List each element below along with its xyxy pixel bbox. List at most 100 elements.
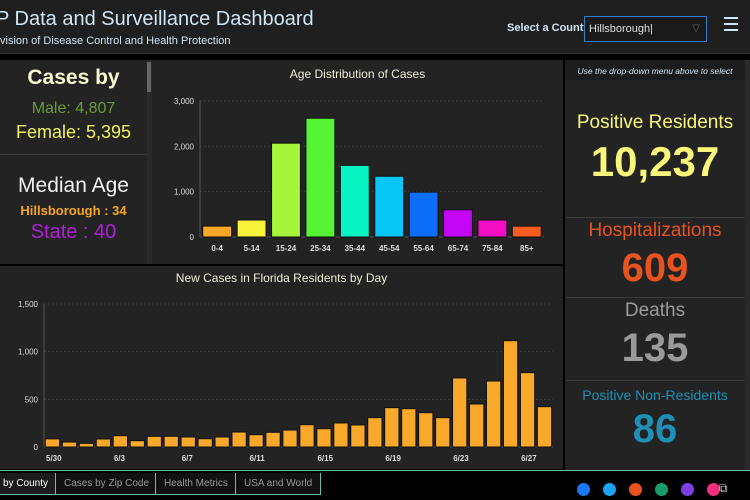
hospitalizations-label: Hospitalizations (588, 220, 722, 241)
x-tick-label: 15-24 (276, 244, 297, 253)
divider (0, 154, 147, 155)
x-tick-label: 6/7 (182, 454, 194, 463)
x-tick-label: 5-14 (244, 244, 261, 253)
page-title: P Data and Surveillance Dashboard (0, 8, 314, 30)
y-tick-label: 1,000 (174, 188, 195, 197)
chart-title: New Cases in Florida Residents by Day (176, 271, 387, 285)
bar-15-24 (271, 142, 301, 238)
positive-residents-value: 10,237 (590, 138, 720, 185)
bar-25-34 (305, 117, 336, 238)
cases-by-sex-panel: Cases by Male: 4,807 Female: 5,395 Media… (0, 60, 147, 264)
x-tick-label: 75-84 (482, 244, 503, 253)
bar-6/14 (299, 424, 315, 448)
facebook-icon[interactable] (577, 483, 590, 496)
deaths-label: Deaths (624, 300, 686, 321)
bar-6/10 (231, 431, 247, 448)
y-tick-label: 500 (25, 395, 39, 404)
divider (565, 217, 745, 218)
x-tick-label: 0-4 (211, 244, 223, 253)
x-tick-label: 45-54 (379, 244, 400, 253)
age-distribution-chart: Age Distribution of Cases 0 1,000 2,000 3,00… (174, 67, 544, 253)
county-select-value: Hillsborough (589, 23, 651, 35)
tab-health-metrics[interactable]: Health Metrics (155, 473, 237, 495)
x-tick-label: 6/23 (453, 454, 469, 463)
y-tick-label: 0 (190, 233, 195, 242)
bar-6/16 (333, 422, 349, 448)
bar-6/2 (95, 438, 112, 448)
bar-65-74 (443, 209, 473, 238)
bar-6/28 (536, 406, 553, 448)
open-external-icon[interactable]: ⧉ (719, 481, 728, 496)
bar-5/31 (61, 441, 78, 448)
county-select[interactable]: Hillsborough| ▽ (584, 16, 707, 42)
bar-6/15 (316, 428, 332, 448)
menu-icon[interactable] (724, 17, 738, 31)
bar-6/26 (502, 340, 519, 448)
y-tick-label: 3,000 (174, 97, 195, 106)
bar-85+ (511, 225, 542, 238)
bar-6/5 (146, 435, 162, 448)
bar-6/4 (129, 440, 145, 448)
county-median-age: Hillsborough : 34 (20, 203, 127, 218)
bar-6/17 (350, 424, 366, 448)
bar-6/9 (214, 436, 230, 448)
male-count: Male: 4,807 (31, 100, 116, 117)
bar-6/25 (485, 380, 502, 448)
chevron-down-icon: ▽ (692, 23, 700, 34)
embed-icon[interactable] (629, 483, 642, 496)
summary-panel: Use the drop-down menu above to select P… (565, 60, 745, 470)
twitter-icon[interactable] (603, 483, 616, 496)
tab-cases-by-county[interactable]: by County (0, 473, 58, 495)
bar-6/23 (452, 377, 468, 448)
x-tick-label: 6/3 (114, 454, 126, 463)
bar-6/19 (384, 407, 400, 448)
x-tick-label: 35-44 (345, 244, 366, 253)
bar-55-64 (408, 191, 439, 238)
bar-45-54 (374, 175, 405, 238)
non-residents-value: 86 (632, 407, 678, 451)
bar-6/8 (197, 438, 213, 448)
y-tick-label: 1,500 (18, 300, 39, 309)
cases-by-heading: Cases by (27, 66, 120, 89)
x-tick-label: 6/19 (385, 454, 401, 463)
y-tick-label: 2,000 (174, 142, 195, 151)
email-icon[interactable] (681, 483, 694, 496)
bar-6/20 (401, 408, 417, 448)
bar-6/18 (367, 417, 383, 448)
bar-6/22 (435, 417, 451, 448)
bar-6/1 (78, 442, 95, 448)
bar-6/7 (180, 436, 196, 448)
county-select-label: Select a County (507, 22, 590, 34)
y-tick-label: 0 (34, 443, 39, 452)
x-tick-label: 6/27 (521, 454, 537, 463)
bar-6/11 (248, 434, 264, 448)
header: P Data and Surveillance Dashboard vision… (0, 0, 750, 54)
scrollbar[interactable] (745, 60, 750, 470)
bar-75-84 (477, 219, 508, 238)
tab-usa-and-world[interactable]: USA and World (235, 473, 322, 495)
female-count: Female: 5,395 (15, 122, 132, 142)
bar-35-44 (339, 164, 370, 238)
x-tick-label: 6/11 (250, 454, 266, 463)
classroom-icon[interactable] (655, 483, 668, 496)
page-subtitle: vision of Disease Control and Health Pro… (0, 35, 231, 47)
y-tick-label: 1,000 (18, 348, 39, 357)
bar-6/13 (282, 429, 298, 448)
x-tick-label: 6/15 (317, 454, 333, 463)
bar-5-14 (236, 219, 267, 238)
bar-5/30 (44, 438, 61, 448)
deaths-value: 135 (621, 326, 689, 370)
x-tick-label: 85+ (520, 244, 534, 253)
x-tick-label: 5/30 (46, 454, 62, 463)
hint-text: Use the drop-down menu above to select (565, 60, 745, 80)
state-median-age: State : 40 (30, 221, 117, 243)
bar-6/24 (469, 403, 485, 448)
x-tick-label: 25-34 (310, 244, 331, 253)
x-tick-label: 65-74 (448, 244, 469, 253)
chart-title: Age Distribution of Cases (290, 67, 425, 81)
daily-cases-chart: New Cases in Florida Residents by Day 0 50… (18, 271, 553, 463)
age-distribution-panel: Age Distribution of Cases 0 1,000 2,000 3,00… (152, 60, 563, 264)
non-residents-label: Positive Non-Residents (582, 387, 728, 403)
tab-cases-by-zip-code[interactable]: Cases by Zip Code (55, 473, 159, 495)
bar-6/3 (112, 435, 128, 448)
